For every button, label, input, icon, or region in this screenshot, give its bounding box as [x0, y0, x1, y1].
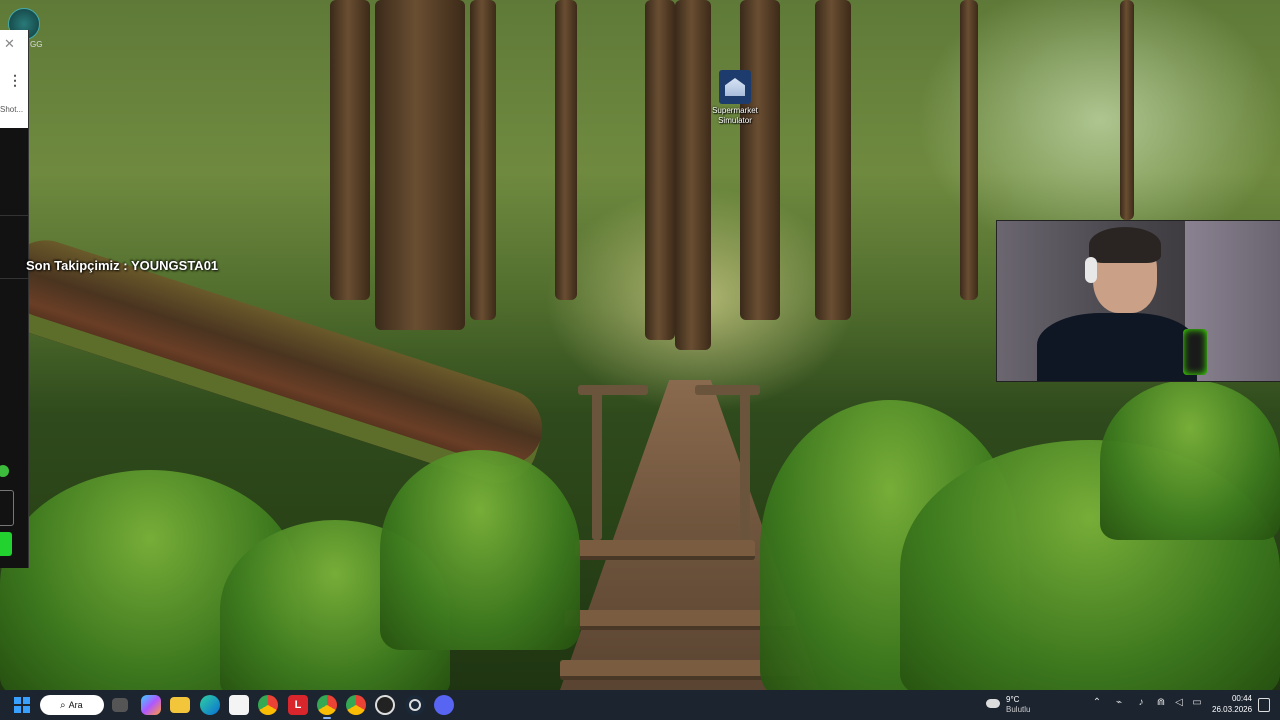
- windows-logo-icon: [13, 696, 31, 714]
- chrome-icon-2[interactable]: [346, 695, 366, 715]
- task-view-icon[interactable]: [112, 698, 128, 712]
- panel-header: ✕ ⋮ Shot...: [0, 30, 28, 128]
- webcam-overlay: [996, 220, 1280, 382]
- wifi-icon[interactable]: ⋒: [1154, 697, 1168, 708]
- microphone-icon: [1183, 329, 1207, 375]
- divider: [0, 215, 28, 216]
- steam-icon[interactable]: [405, 695, 425, 715]
- l-app-letter: L: [294, 699, 302, 711]
- search-label: Ara: [68, 700, 83, 710]
- start-button[interactable]: [12, 695, 32, 715]
- tree-trunk: [815, 0, 851, 320]
- bridge-plank: [575, 540, 755, 560]
- webcam-person-body: [1037, 313, 1197, 381]
- edge-icon[interactable]: [200, 695, 220, 715]
- last-follower-text: Son Takipçimiz : YOUNGSTA01: [26, 258, 219, 273]
- notification-icon[interactable]: [1258, 698, 1270, 712]
- divider: [0, 278, 28, 279]
- active-indicator: [323, 717, 331, 719]
- tree-trunk: [645, 0, 675, 340]
- tree-trunk: [960, 0, 978, 300]
- chevron-up-icon[interactable]: ⌃: [1090, 697, 1104, 708]
- side-panel: ✕ ⋮ Shot...: [0, 30, 29, 568]
- bridge-rail: [578, 385, 648, 395]
- close-icon[interactable]: ✕: [4, 36, 15, 52]
- network-icon[interactable]: ⌁: [1112, 697, 1126, 708]
- fern: [1100, 380, 1280, 540]
- microphone-tray-icon[interactable]: ♪: [1134, 697, 1148, 708]
- bridge-rail: [740, 390, 750, 540]
- tree-trunk: [555, 0, 577, 300]
- weather-temp: 9°C: [1006, 695, 1020, 704]
- discord-icon[interactable]: [434, 695, 454, 715]
- tree-trunk: [375, 0, 465, 330]
- tree-trunk: [470, 0, 496, 320]
- desktop-icon-supermarket-simulator[interactable]: Supermarket Simulator: [712, 70, 758, 126]
- weather-widget[interactable]: 9°C Bulutlu: [986, 694, 1046, 716]
- volume-icon[interactable]: ◁: [1172, 697, 1186, 708]
- desktop-icon-label: Supermarket Simulator: [712, 106, 758, 125]
- fern: [380, 450, 580, 650]
- webcam-person-hair: [1089, 227, 1161, 263]
- cloud-icon: [986, 699, 1000, 708]
- status-dot-icon: [0, 465, 9, 477]
- search-box[interactable]: ⌕ Ara: [40, 695, 104, 715]
- headphone-icon: [1085, 257, 1097, 283]
- supermarket-simulator-icon: [719, 70, 751, 104]
- copilot-icon[interactable]: [141, 695, 161, 715]
- shot-label: Shot...: [0, 105, 24, 114]
- weather-condition: Bulutlu: [1006, 705, 1031, 714]
- folder-icon[interactable]: [170, 697, 190, 713]
- more-options-icon[interactable]: ⋮: [8, 72, 22, 89]
- tree-trunk: [740, 0, 780, 320]
- obs-icon[interactable]: [375, 695, 395, 715]
- tree-trunk: [1120, 0, 1134, 220]
- chrome-active-icon[interactable]: [317, 695, 337, 719]
- store-icon[interactable]: [229, 695, 249, 715]
- search-icon: ⌕: [60, 699, 66, 711]
- clock-date: 26.03.2026: [1212, 705, 1253, 714]
- tree-trunk: [675, 0, 711, 350]
- panel-field[interactable]: [0, 490, 14, 526]
- panel-green-button[interactable]: [0, 532, 12, 556]
- chrome-icon[interactable]: [258, 695, 278, 715]
- app-avatar-label: GG: [30, 40, 43, 49]
- battery-icon[interactable]: ▭: [1190, 697, 1204, 708]
- bridge-rail: [592, 390, 602, 540]
- taskbar: ⌕ Ara L 9°C Bulutlu ⌃ ⌁ ♪ ⋒ ◁ ▭ 00:44 26…: [0, 690, 1280, 720]
- clock[interactable]: 00:44 26.03.2026: [1212, 693, 1252, 715]
- clock-time: 00:44: [1231, 694, 1252, 703]
- bridge-rail: [695, 385, 760, 395]
- l-app-icon[interactable]: L: [288, 695, 308, 715]
- tree-trunk: [330, 0, 370, 300]
